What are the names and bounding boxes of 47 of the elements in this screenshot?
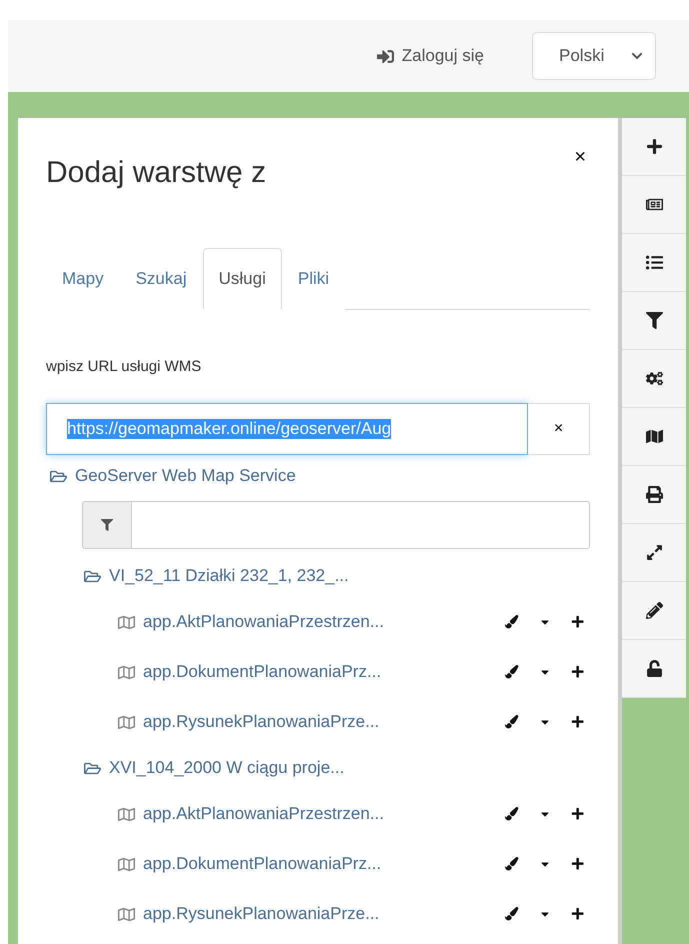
filter-icon (646, 312, 662, 329)
filter-icon (101, 519, 113, 531)
list-icon (646, 254, 662, 271)
pencil-icon (646, 602, 662, 619)
folder-item[interactable]: XVI_104_2000 W ciągu proje... (46, 747, 590, 789)
print-icon (646, 486, 662, 503)
expand-icon (646, 544, 662, 561)
folder-item[interactable]: VI_52_11 Działki 232_1, 232_... (46, 555, 590, 597)
map-icon (118, 714, 135, 730)
layer-item[interactable]: app.AktPlanowaniaPrzestrzen... (46, 789, 590, 839)
layer-name: app.DokumentPlanowaniaPrz... (143, 854, 382, 874)
panel-title: Dodaj warstwę z (46, 156, 266, 190)
layer-item[interactable]: app.DokumentPlanowaniaPrz... (46, 647, 590, 697)
folder-item[interactable]: GeoServer Web Map Service (46, 455, 590, 497)
layer-item[interactable]: app.RysunekPlanowaniaPrze... (46, 889, 590, 939)
login-icon (376, 48, 394, 64)
map-icon (646, 428, 662, 445)
layer-item[interactable]: app.AktPlanowaniaPrzestrzen... (46, 597, 590, 647)
map-icon (118, 906, 135, 922)
layer-name: app.DokumentPlanowaniaPrz... (143, 662, 382, 682)
folder-name: VI_52_11 Działki 232_1, 232_... (109, 566, 350, 586)
layer-name: app.RysunekPlanowaniaPrze... (143, 904, 380, 924)
layer-item[interactable]: app.DokumentPlanowaniaPrz... (46, 839, 590, 889)
layer-name: app.AktPlanowaniaPrzestrzen... (143, 612, 385, 632)
layer-item[interactable]: app.RysunekPlanowaniaPrze... (46, 697, 590, 747)
layer-name: app.AktPlanowaniaPrzestrzen... (143, 804, 385, 824)
legend-icon (646, 196, 662, 213)
map-icon (118, 664, 135, 680)
close-button[interactable]: × (570, 142, 590, 173)
folder-name: XVI_104_2000 W ciągu proje... (109, 758, 346, 778)
padlock-icon (646, 660, 662, 677)
map-icon (118, 856, 135, 872)
map-icon (118, 806, 135, 822)
map-icon (118, 614, 135, 630)
chevron-down-icon (631, 50, 643, 62)
filter-field[interactable] (132, 501, 590, 549)
cogs-icon (646, 370, 662, 387)
url-label: wpisz URL usługi WMS (46, 358, 202, 375)
login-link[interactable]: Zaloguj się (376, 46, 484, 66)
tab[interactable]: Usługi (202, 248, 282, 310)
filter-button[interactable] (82, 501, 132, 549)
layer-name: app.RysunekPlanowaniaPrze... (143, 712, 380, 732)
add-icon (646, 138, 662, 155)
clear-button[interactable]: × (528, 403, 590, 455)
language-select[interactable]: Polski (532, 32, 656, 80)
url-field[interactable]: https://geomapmaker.online/geoserver/Aug (46, 403, 528, 455)
folder-name: GeoServer Web Map Service (75, 466, 297, 486)
